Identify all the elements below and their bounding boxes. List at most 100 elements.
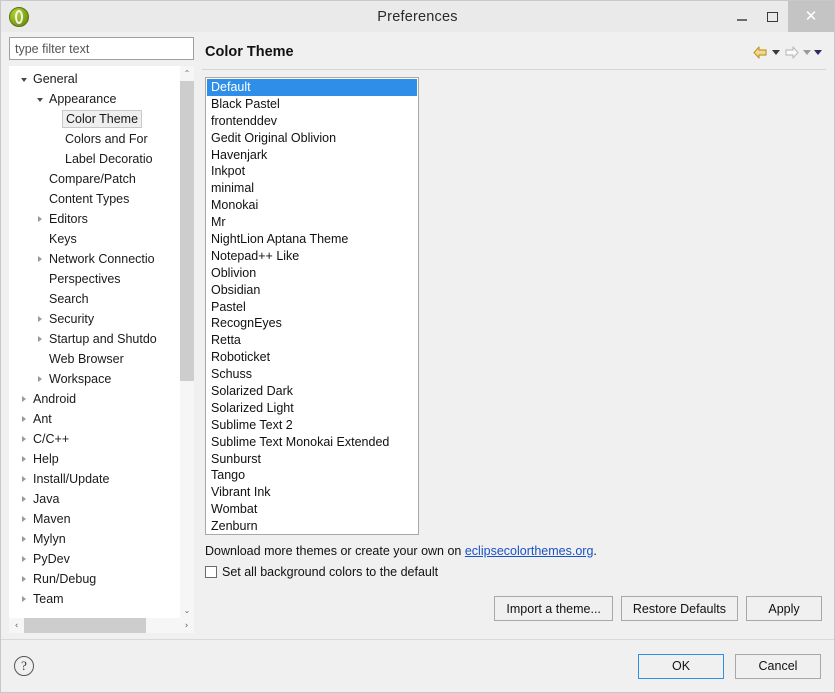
tree-item-appearance[interactable]: Appearance [9, 89, 179, 109]
tree-item-security[interactable]: Security [9, 309, 179, 329]
chevron-right-icon[interactable] [33, 316, 47, 322]
theme-list-item[interactable]: Mr [207, 214, 417, 231]
back-dropdown-icon[interactable] [772, 49, 780, 55]
tree-item-editors[interactable]: Editors [9, 209, 179, 229]
theme-list-item[interactable]: Solarized Dark [207, 383, 417, 400]
default-background-checkbox[interactable] [205, 566, 217, 578]
tree-horizontal-scrollbar[interactable]: ‹ › [9, 618, 194, 633]
chevron-right-icon[interactable] [17, 536, 31, 542]
import-theme-button[interactable]: Import a theme... [494, 596, 613, 621]
chevron-right-icon[interactable] [17, 516, 31, 522]
theme-list-item[interactable]: Pastel [207, 299, 417, 316]
tree-item-colors-and-for[interactable]: Colors and For [9, 129, 179, 149]
view-menu-icon[interactable] [814, 49, 822, 55]
theme-list-item[interactable]: NightLion Aptana Theme [207, 231, 417, 248]
tree-item-pydev[interactable]: PyDev [9, 549, 179, 569]
tree-scroll-area[interactable]: General Appearance Color Theme Colors and F… [9, 66, 179, 618]
maximize-button[interactable] [757, 1, 788, 32]
theme-list-item[interactable]: Solarized Light [207, 400, 417, 417]
theme-list[interactable]: Default Black Pastel frontenddev Gedit Orig… [205, 77, 419, 535]
filter-input[interactable]: type filter text [9, 37, 194, 60]
close-button[interactable]: ✕ [788, 1, 834, 32]
tree-item-maven[interactable]: Maven [9, 509, 179, 529]
theme-list-item[interactable]: Sublime Text Monokai Extended [207, 434, 417, 451]
tree-item-java[interactable]: Java [9, 489, 179, 509]
theme-list-item[interactable]: Zenburn [207, 518, 417, 534]
tree-item-help[interactable]: Help [9, 449, 179, 469]
theme-list-item[interactable]: minimal [207, 180, 417, 197]
theme-list-item[interactable]: Obsidian [207, 282, 417, 299]
tree-item-team[interactable]: Team [9, 589, 179, 609]
cancel-button[interactable]: Cancel [735, 653, 821, 679]
chevron-right-icon[interactable] [17, 496, 31, 502]
tree-item-network-connectio[interactable]: Network Connectio [9, 249, 179, 269]
tree-item-search[interactable]: Search [9, 289, 179, 309]
scroll-right-icon[interactable]: › [179, 618, 194, 633]
tree-item-startup-and-shutdo[interactable]: Startup and Shutdo [9, 329, 179, 349]
chevron-right-icon[interactable] [17, 556, 31, 562]
tree-item-color-theme[interactable]: Color Theme [9, 109, 179, 129]
chevron-right-icon[interactable] [17, 416, 31, 422]
chevron-right-icon[interactable] [17, 476, 31, 482]
chevron-right-icon[interactable] [33, 376, 47, 382]
theme-list-item[interactable]: RecognEyes [207, 315, 417, 332]
chevron-right-icon[interactable] [17, 396, 31, 402]
theme-list-item[interactable]: Gedit Original Oblivion [207, 130, 417, 147]
theme-list-item[interactable]: Vibrant Ink [207, 484, 417, 501]
tree-vertical-scrollbar[interactable]: ⌃ ⌄ [179, 66, 194, 618]
theme-list-item[interactable]: Sublime Text 2 [207, 417, 417, 434]
theme-list-item[interactable]: Notepad++ Like [207, 248, 417, 265]
theme-list-item[interactable]: Oblivion [207, 265, 417, 282]
horizontal-scrollbar-track[interactable] [24, 618, 179, 633]
ok-button[interactable]: OK [638, 653, 724, 679]
forward-dropdown-icon [803, 49, 811, 55]
chevron-right-icon[interactable] [17, 596, 31, 602]
tree-item-ant[interactable]: Ant [9, 409, 179, 429]
theme-list-item[interactable]: Default [207, 79, 417, 96]
tree-item-android[interactable]: Android [9, 389, 179, 409]
tree-item-workspace[interactable]: Workspace [9, 369, 179, 389]
theme-list-item[interactable]: Sunburst [207, 451, 417, 468]
scroll-left-icon[interactable]: ‹ [9, 618, 24, 633]
theme-list-item[interactable]: Black Pastel [207, 96, 417, 113]
tree-item-c-c[interactable]: C/C++ [9, 429, 179, 449]
theme-list-item[interactable]: Tango [207, 467, 417, 484]
tree-item-mylyn[interactable]: Mylyn [9, 529, 179, 549]
scroll-down-icon[interactable]: ⌄ [180, 603, 194, 618]
horizontal-scrollbar-thumb[interactable] [24, 618, 146, 633]
chevron-right-icon[interactable] [17, 576, 31, 582]
theme-list-item[interactable]: Havenjark [207, 147, 417, 164]
tree-item-keys[interactable]: Keys [9, 229, 179, 249]
scroll-up-icon[interactable]: ⌃ [180, 66, 194, 81]
eclipsecolorthemes-link[interactable]: eclipsecolorthemes.org [465, 544, 594, 558]
help-icon[interactable]: ? [14, 656, 34, 676]
restore-defaults-button[interactable]: Restore Defaults [620, 596, 738, 621]
back-arrow-icon[interactable] [752, 45, 769, 60]
tree-item-run-debug[interactable]: Run/Debug [9, 569, 179, 589]
chevron-right-icon[interactable] [17, 436, 31, 442]
tree-item-label-decoratio[interactable]: Label Decoratio [9, 149, 179, 169]
chevron-down-icon[interactable] [33, 96, 47, 102]
tree-item-content-types[interactable]: Content Types [9, 189, 179, 209]
tree-item-web-browser[interactable]: Web Browser [9, 349, 179, 369]
tree-item-general[interactable]: General [9, 69, 179, 89]
chevron-right-icon[interactable] [33, 216, 47, 222]
chevron-right-icon[interactable] [33, 256, 47, 262]
theme-list-item[interactable]: Schuss [207, 366, 417, 383]
theme-list-item[interactable]: Monokai [207, 197, 417, 214]
theme-list-item[interactable]: Roboticket [207, 349, 417, 366]
theme-list-item[interactable]: Wombat [207, 501, 417, 518]
theme-list-item[interactable]: Retta [207, 332, 417, 349]
vertical-scrollbar-thumb[interactable] [180, 81, 194, 381]
theme-list-item[interactable]: Inkpot [207, 163, 417, 180]
chevron-right-icon[interactable] [17, 456, 31, 462]
chevron-right-icon[interactable] [33, 336, 47, 342]
apply-button[interactable]: Apply [746, 596, 822, 621]
chevron-down-icon[interactable] [17, 76, 31, 82]
tree-item-compare-patch[interactable]: Compare/Patch [9, 169, 179, 189]
minimize-button[interactable] [726, 1, 757, 32]
default-background-checkbox-row[interactable]: Set all background colors to the default [205, 565, 826, 579]
theme-list-item[interactable]: frontenddev [207, 113, 417, 130]
tree-item-perspectives[interactable]: Perspectives [9, 269, 179, 289]
tree-item-install-update[interactable]: Install/Update [9, 469, 179, 489]
